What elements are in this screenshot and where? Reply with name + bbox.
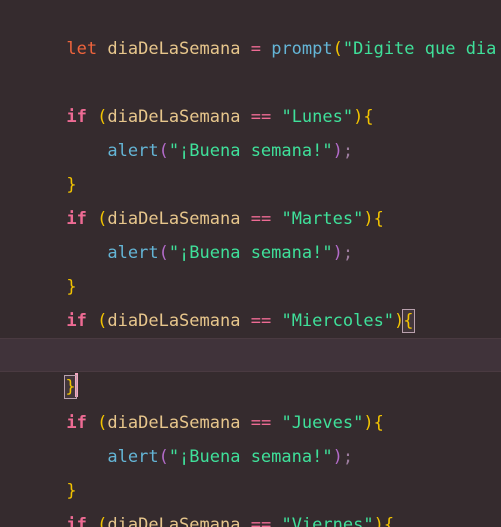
code-editor[interactable]: let diaDeLaSemana = prompt("Digite que d… <box>0 0 501 527</box>
code-line[interactable]: let diaDeLaSemana = prompt("Digite que d… <box>0 0 501 59</box>
code-line[interactable]: alert("¡Buena semana!"); <box>0 304 501 365</box>
code-line[interactable]: } <box>0 134 501 195</box>
code-line[interactable]: if (diaDeLaSemana == "Miercoles"){ <box>0 270 501 333</box>
code-line[interactable]: alert("¡Buena semana!"); <box>0 100 501 161</box>
code-line[interactable]: } <box>0 236 501 297</box>
code-content[interactable]: let diaDeLaSemana = prompt("Digite que d… <box>0 0 501 527</box>
code-line[interactable]: if (diaDeLaSemana == "Jueves"){ <box>0 372 501 433</box>
code-line[interactable]: if (diaDeLaSemana == "Lunes"){ <box>0 66 501 127</box>
code-line[interactable]: alert("¡Buena semana!"); <box>0 508 501 527</box>
code-line-blank[interactable] <box>0 32 501 66</box>
code-line[interactable]: if (diaDeLaSemana == "Viernes"){ <box>0 474 501 527</box>
code-line[interactable]: if (diaDeLaSemana == "Martes"){ <box>0 168 501 229</box>
code-line[interactable]: alert("¡Buena semana!"); <box>0 202 501 263</box>
code-line-active[interactable]: } <box>0 338 501 399</box>
code-line[interactable]: } <box>0 440 501 501</box>
code-line[interactable]: alert("¡Buena semana!"); <box>0 406 501 467</box>
